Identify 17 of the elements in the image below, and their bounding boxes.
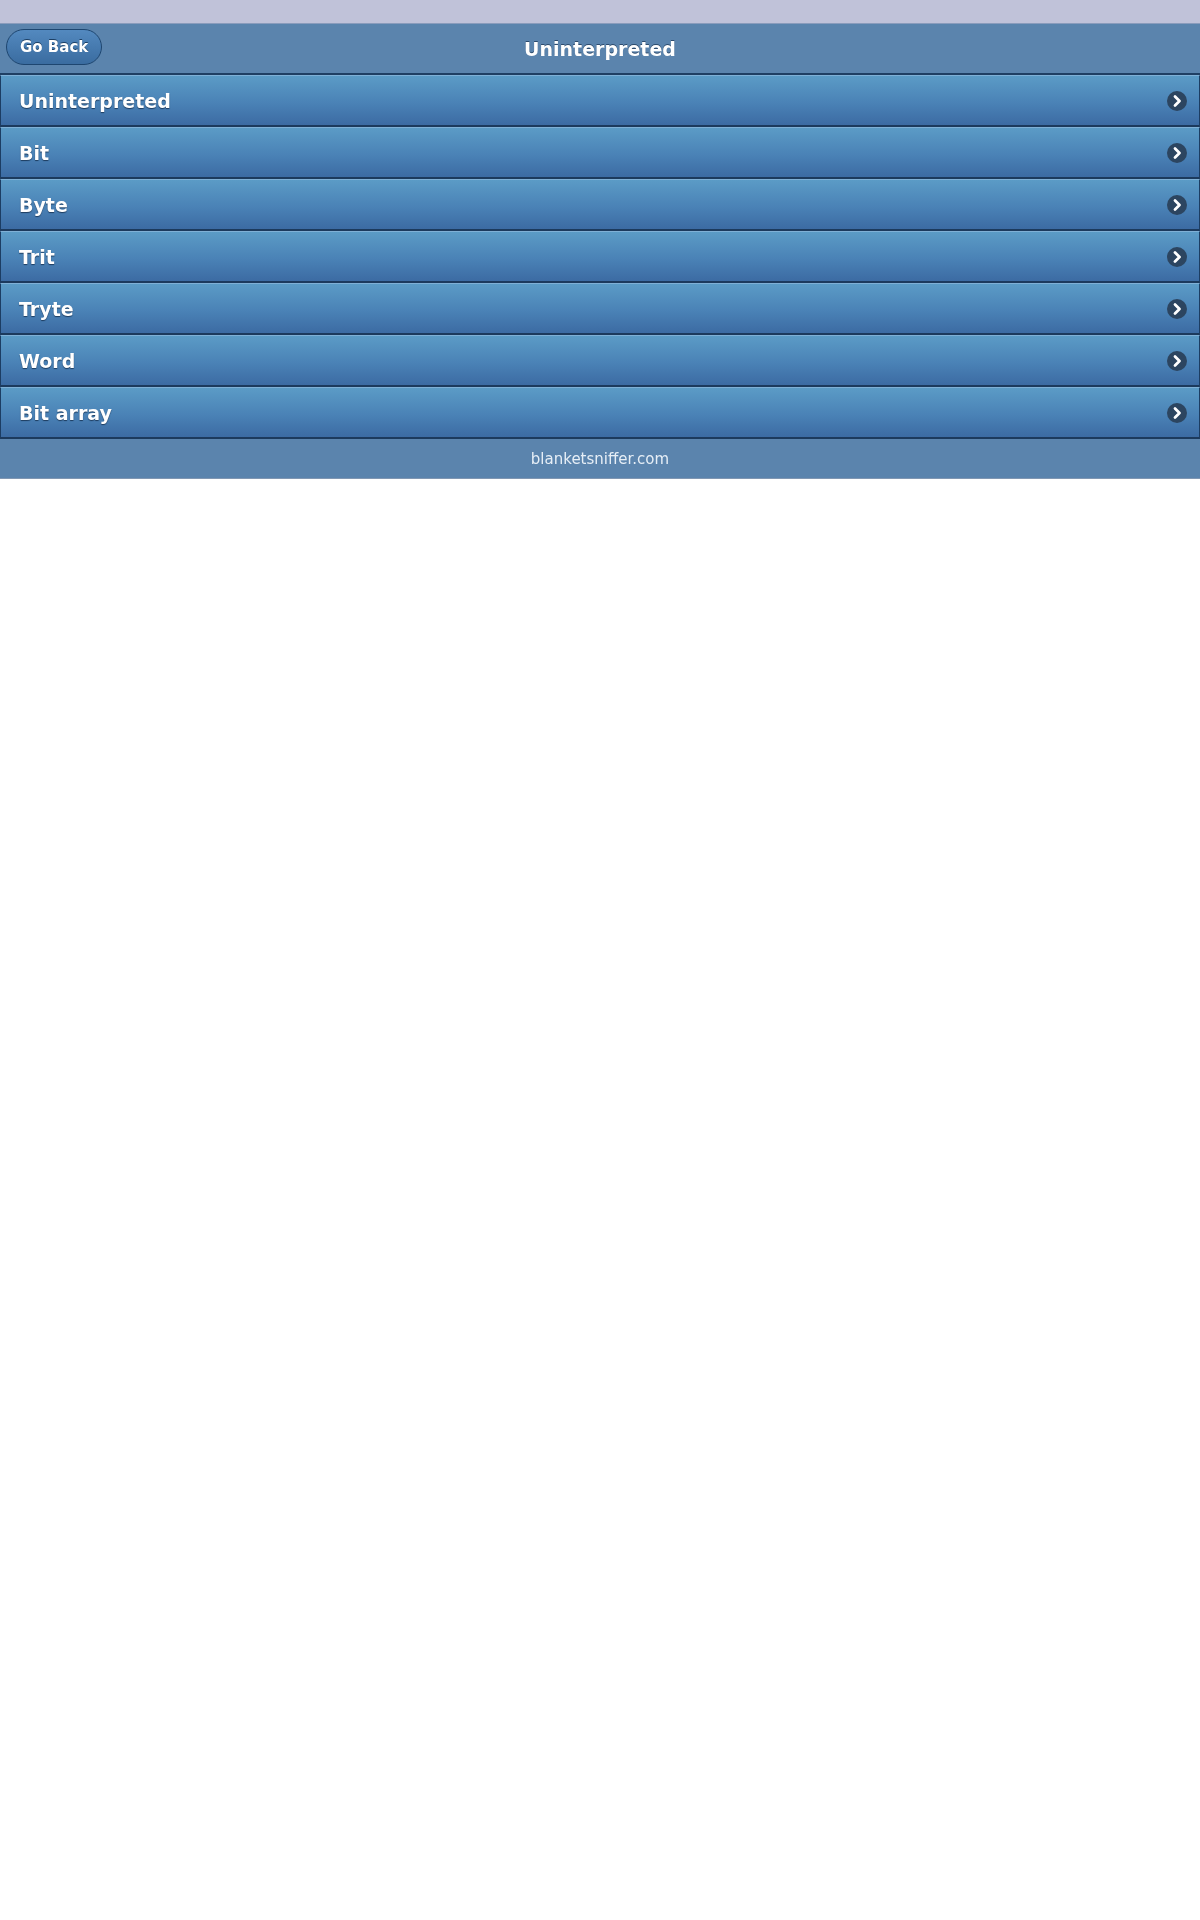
page-title: Uninterpreted (524, 37, 676, 60)
footer-text: blanketsniffer.com (530, 449, 670, 468)
list-item[interactable]: Bit array (0, 387, 1200, 439)
chevron-right-icon (1167, 246, 1187, 267)
list-item[interactable]: Word (0, 335, 1200, 387)
chevron-right-icon (1167, 350, 1187, 371)
list-item[interactable]: Uninterpreted (0, 75, 1200, 127)
chevron-right-icon (1167, 402, 1187, 423)
chevron-right-icon (1167, 194, 1187, 215)
list-item[interactable]: Tryte (0, 283, 1200, 335)
list-item[interactable]: Byte (0, 179, 1200, 231)
chevron-right-icon (1167, 298, 1187, 319)
list-item[interactable]: Trit (0, 231, 1200, 283)
go-back-button[interactable]: Go Back (6, 29, 103, 65)
list-item[interactable]: Bit (0, 127, 1200, 179)
chevron-right-icon (1167, 142, 1187, 163)
chevron-right-icon (1167, 90, 1187, 111)
